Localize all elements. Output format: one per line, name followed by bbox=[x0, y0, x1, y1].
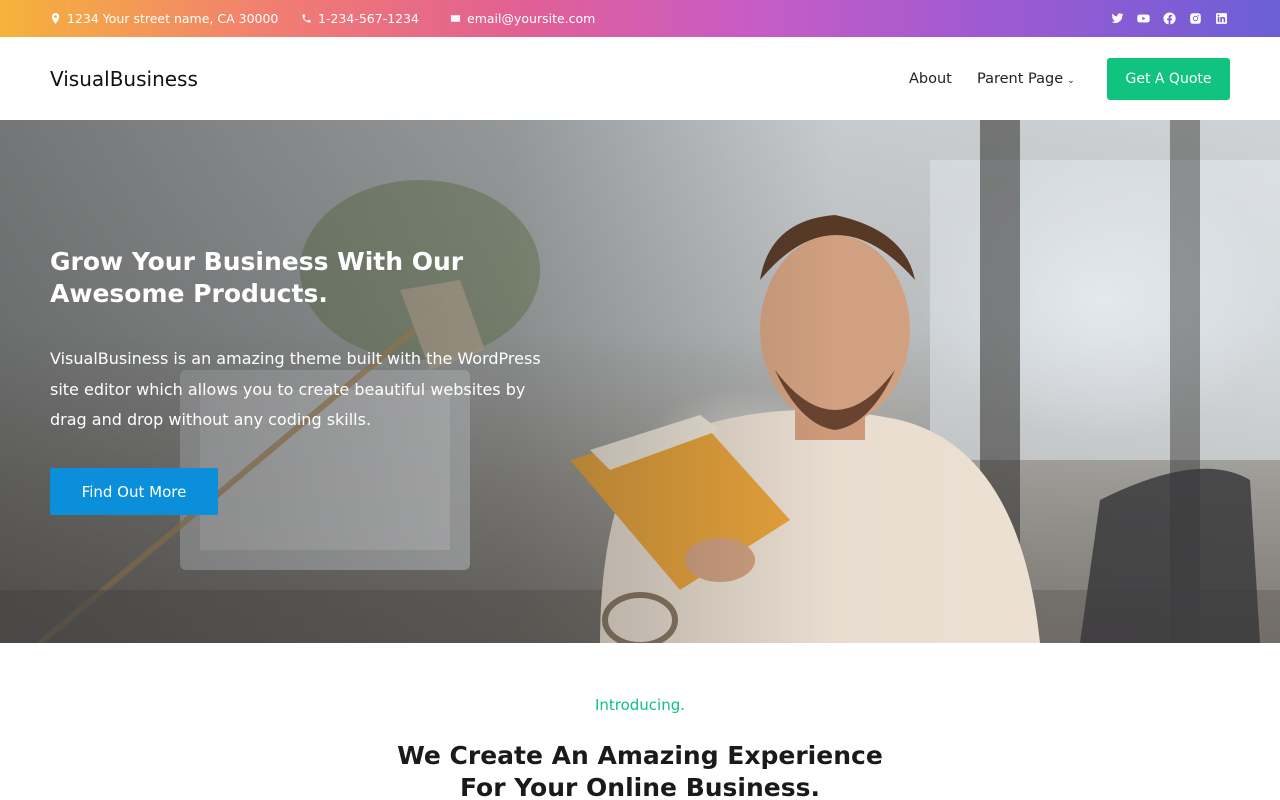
hero-description: VisualBusiness is an amazing theme built… bbox=[50, 349, 541, 429]
hero-section: Grow Your Business With Our Awesome Prod… bbox=[0, 120, 1280, 643]
email-text[interactable]: email@yoursite.com bbox=[467, 11, 595, 26]
phone-icon bbox=[302, 14, 311, 23]
address-info: 1234 Your street name, CA 30000 bbox=[50, 0, 278, 37]
youtube-icon[interactable] bbox=[1137, 12, 1150, 25]
phone-text[interactable]: 1-234-567-1234 bbox=[318, 11, 419, 26]
phone-info: 1-234-567-1234 bbox=[301, 0, 419, 37]
nav-item-parent-page[interactable]: Parent Page ⌄ bbox=[977, 37, 1075, 120]
location-pin-icon bbox=[51, 13, 60, 24]
chevron-down-icon: ⌄ bbox=[1067, 75, 1075, 86]
nav-item-about[interactable]: About bbox=[909, 37, 952, 120]
linkedin-icon[interactable] bbox=[1215, 12, 1228, 25]
social-links bbox=[1111, 0, 1228, 37]
email-info: email@yoursite.com bbox=[450, 0, 595, 37]
facebook-icon[interactable] bbox=[1163, 12, 1176, 25]
nav-item-label: Parent Page bbox=[977, 70, 1064, 87]
address-text: 1234 Your street name, CA 30000 bbox=[67, 11, 279, 26]
instagram-icon[interactable] bbox=[1189, 12, 1202, 25]
envelope-icon bbox=[450, 15, 461, 22]
site-header: VisualBusiness About Parent Page ⌄ Get A… bbox=[0, 37, 1280, 120]
twitter-icon[interactable] bbox=[1111, 12, 1124, 25]
top-bar: 1234 Your street name, CA 30000 1-234-56… bbox=[0, 0, 1280, 37]
find-out-more-button[interactable]: Find Out More bbox=[50, 468, 218, 515]
intro-heading: We Create An Amazing Experience For Your… bbox=[397, 741, 883, 800]
get-quote-button[interactable]: Get A Quote bbox=[1107, 58, 1230, 100]
site-logo[interactable]: VisualBusiness bbox=[50, 37, 198, 120]
hero-title: Grow Your Business With Our Awesome Prod… bbox=[50, 247, 464, 308]
intro-label: Introducing. bbox=[594, 696, 686, 714]
